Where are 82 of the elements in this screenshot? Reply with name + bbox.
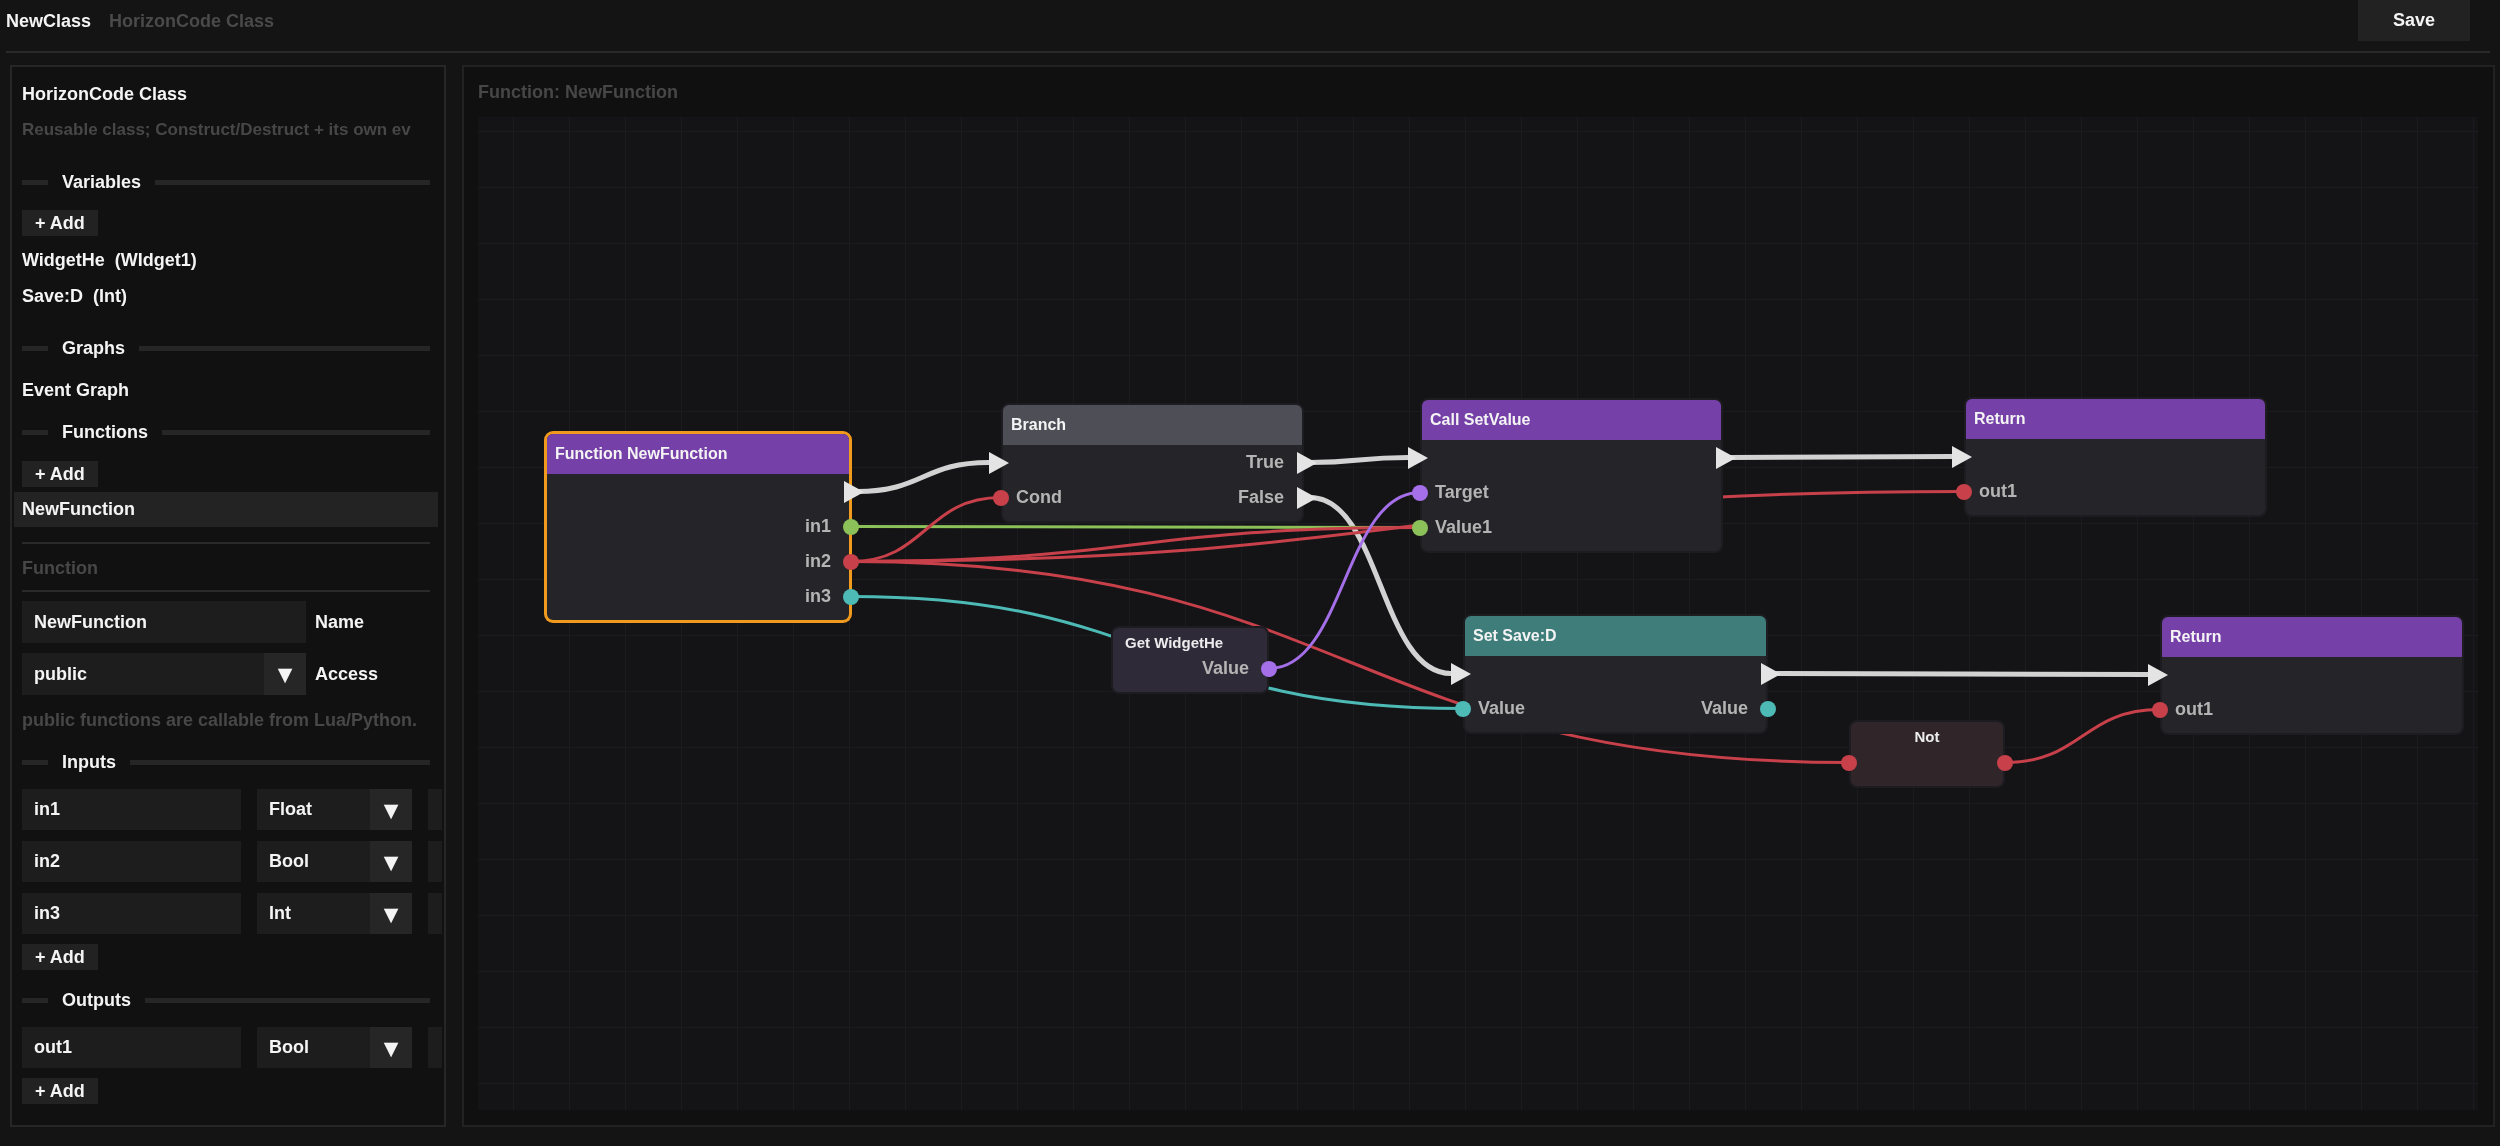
pin-label: Value — [1478, 698, 1526, 719]
data-pin-icon[interactable] — [2152, 701, 2168, 718]
pin-label: Value — [1700, 698, 1748, 719]
dropdown-toggle[interactable]: ▼ — [370, 789, 412, 830]
exec-pin-icon[interactable] — [2148, 663, 2168, 686]
section-heading: Variables — [62, 171, 142, 194]
graph-node[interactable]: Branch True Cond False — [1001, 403, 1304, 523]
pin-label: Cond — [1016, 487, 1062, 508]
data-pin-icon[interactable] — [1956, 483, 1972, 500]
graph-node[interactable]: Get WidgetHe Value — [1111, 626, 1269, 694]
variable-name: Save:D — [22, 285, 84, 307]
section-heading: Functions — [62, 421, 148, 444]
exec-pin-icon[interactable] — [1761, 662, 1781, 685]
node-header: Return — [2162, 617, 2462, 657]
graph-node[interactable]: Function NewFunction in1 in2 in3 — [545, 432, 851, 622]
dropdown-toggle[interactable]: ▼ — [370, 893, 412, 934]
param-name-field[interactable]: in1 — [22, 789, 241, 830]
add-button[interactable]: + Add — [22, 1078, 98, 1104]
graph-node[interactable]: Not — [1849, 720, 2005, 788]
add-button[interactable]: + Add — [22, 461, 98, 487]
exec-pin-icon[interactable] — [989, 451, 1009, 474]
exec-pin-icon[interactable] — [1297, 451, 1317, 474]
graph-node[interactable]: Return out1 — [2160, 615, 2464, 735]
exec-pin-icon[interactable] — [844, 480, 864, 503]
node-header: Set Save:D — [1465, 616, 1766, 656]
data-pin-icon[interactable] — [1412, 519, 1428, 536]
dropdown-toggle[interactable]: ▼ — [264, 653, 306, 695]
node-title: Get WidgetHe — [1124, 633, 1225, 651]
exec-pin-icon[interactable] — [1952, 445, 1972, 468]
node-header: Return — [1966, 399, 2265, 439]
pin-label: out1 — [1979, 481, 2017, 502]
node-header: Call SetValue — [1422, 400, 1721, 440]
type-dropdown[interactable]: Float ▼ — [257, 789, 412, 830]
name-field[interactable]: NewFunction — [22, 601, 306, 643]
data-pin-icon[interactable] — [1455, 700, 1471, 717]
app-title: NewClass — [6, 9, 92, 32]
variable-type: (WIdget1) — [114, 249, 197, 271]
pin-label: in3 — [805, 586, 831, 607]
class-title: HorizonCode Class — [22, 83, 188, 106]
pin-label: out1 — [2175, 699, 2213, 720]
section-heading: Graphs — [62, 337, 126, 360]
add-button[interactable]: + Add — [22, 210, 98, 236]
field-label: Access — [315, 663, 379, 685]
param-name-field[interactable]: in2 — [22, 841, 241, 882]
field-label: Name — [315, 611, 365, 633]
data-pin-icon[interactable] — [993, 489, 1009, 506]
exec-pin-icon[interactable] — [1451, 662, 1471, 685]
dropdown-toggle[interactable]: ▼ — [370, 1027, 412, 1068]
data-pin-icon[interactable] — [1412, 484, 1428, 501]
section-heading: Inputs — [62, 751, 116, 774]
node-header: Function NewFunction — [547, 434, 849, 474]
data-pin-icon[interactable] — [1841, 754, 1857, 771]
param-name-field[interactable]: out1 — [22, 1027, 241, 1068]
function-item[interactable]: NewFunction — [14, 492, 438, 527]
section-heading: Outputs — [62, 989, 131, 1012]
variable-type: (Int) — [93, 285, 127, 307]
save-button[interactable]: Save — [2358, 0, 2470, 41]
node-title: Not — [1913, 727, 1941, 745]
pin-label: Value — [1201, 658, 1249, 679]
pin-label: in2 — [805, 551, 831, 572]
dropdown-toggle[interactable]: ▼ — [370, 841, 412, 882]
pin-label: Target — [1435, 482, 1489, 503]
pin-label: True — [1246, 452, 1284, 473]
add-button[interactable]: + Add — [22, 944, 98, 970]
pin-label: False — [1237, 487, 1284, 508]
pin-label: Value1 — [1435, 517, 1493, 538]
variable-name: WidgetHe — [22, 249, 105, 271]
graph-node[interactable]: Return out1 — [1964, 397, 2267, 517]
exec-pin-icon[interactable] — [1297, 486, 1317, 509]
node-header: Branch — [1003, 405, 1302, 445]
pin-label: in1 — [805, 516, 831, 537]
type-dropdown[interactable]: Bool ▼ — [257, 1027, 412, 1068]
graph-node[interactable]: Call SetValue Target Value1 — [1420, 398, 1723, 553]
type-dropdown[interactable]: Bool ▼ — [257, 841, 412, 882]
param-name-field[interactable]: in3 — [22, 893, 241, 934]
graph-node[interactable]: Set Save:D Value Value — [1463, 614, 1768, 734]
graph-item[interactable]: Event Graph — [14, 372, 438, 408]
access-dropdown[interactable]: public ▼ — [22, 653, 306, 695]
type-dropdown[interactable]: Int ▼ — [257, 893, 412, 934]
exec-pin-icon[interactable] — [1408, 446, 1428, 469]
graph-canvas[interactable]: Function NewFunction in1 in2 in3 Branch True Cond False Call SetValue Target Value1 Return out1 Get WidgetHe Value Set Save:D Value Value Return out1 Not — [478, 117, 2478, 1110]
exec-pin-icon[interactable] — [1716, 446, 1736, 469]
